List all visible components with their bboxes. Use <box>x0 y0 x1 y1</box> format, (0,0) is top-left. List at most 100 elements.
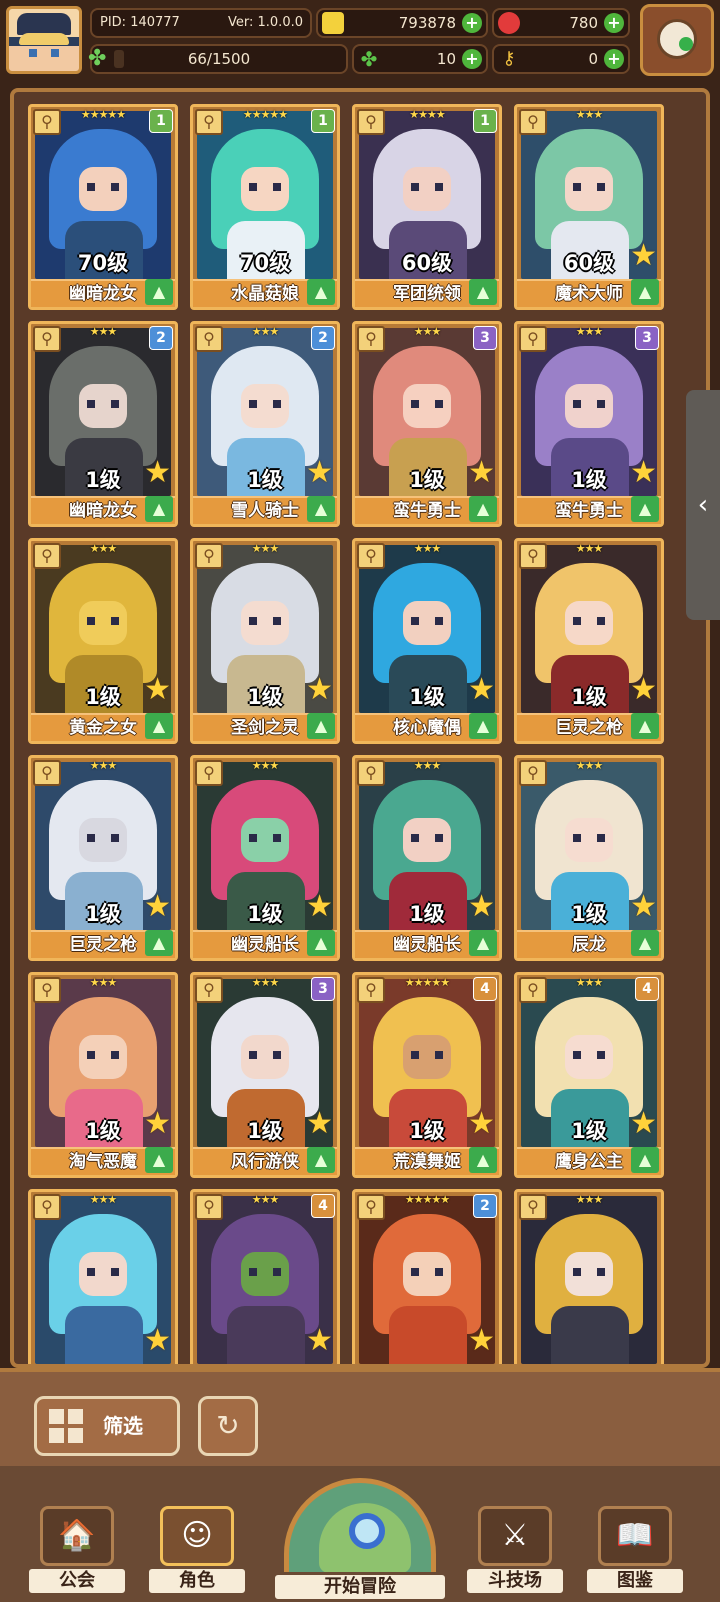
nav-codex-label: 图鉴 <box>584 1566 686 1596</box>
favorite-star-icon: ★ <box>306 1106 333 1141</box>
hero-card[interactable]: ⚲ ★★★ 1级 ★ 黄金之女 ▲ <box>28 538 178 744</box>
hero-star-rating: ★★★ <box>89 976 118 989</box>
upgrade-arrow-icon: ▲ <box>307 1147 335 1173</box>
player-info: PID: 140777 Ver: 1.0.0.0 <box>90 8 312 38</box>
hero-card[interactable]: ⚲ ★★★ 4 1级 ★ 鹰身公主 ▲ <box>514 972 664 1178</box>
hero-star-rating: ★★★ <box>413 759 442 772</box>
game-version: Ver: 1.0.0.0 <box>228 15 303 30</box>
book-icon: 📖 <box>598 1506 672 1566</box>
player-id: PID: 140777 <box>100 15 180 30</box>
hero-card[interactable]: ⚲ ★★★ 1级 ★ 辰龙 ▲ <box>514 755 664 961</box>
hero-card[interactable]: ⚲ ★★★★★ 2 ★ ▲ <box>352 1189 502 1364</box>
hero-rank-badge: 1 <box>311 109 335 133</box>
favorite-star-icon: ★ <box>306 889 333 924</box>
hero-card[interactable]: ⚲ ★★★ 1级 ★ 幽灵船长 ▲ <box>190 755 340 961</box>
upgrade-arrow-icon: ▲ <box>631 713 659 739</box>
hero-eyes <box>411 400 443 408</box>
hero-card[interactable]: ⚲ ★★★ 60级 ★ 魔术大师 ▲ <box>514 104 664 310</box>
crossed-swords-icon: ⚔ <box>478 1506 552 1566</box>
add-gold-button[interactable]: + <box>462 13 482 33</box>
avatar-hair <box>19 33 69 45</box>
hero-rank-badge: 2 <box>311 326 335 350</box>
clover-counter: ✤ 10 + <box>352 44 488 74</box>
hero-outfit <box>551 1306 629 1364</box>
hero-eyes <box>87 183 119 191</box>
favorite-star-icon: ★ <box>306 1323 333 1358</box>
key-amount: 0 <box>588 50 598 68</box>
hero-card[interactable]: ⚲ ★★★★ 1 60级 军团统领 ▲ <box>352 104 502 310</box>
hero-card[interactable]: ⚲ ★★★ 2 1级 ★ 雪人骑士 ▲ <box>190 321 340 527</box>
upgrade-arrow-icon: ▲ <box>469 279 497 305</box>
favorite-star-icon: ★ <box>468 455 495 490</box>
start-adventure-label: 开始冒险 <box>272 1572 448 1602</box>
filter-button[interactable]: 筛选 <box>34 1396 180 1456</box>
hero-card[interactable]: ⚲ ★★★ 4 ★ ▲ <box>190 1189 340 1364</box>
hero-card[interactable]: ⚲ ★★★ 1级 ★ 淘气恶魔 ▲ <box>28 972 178 1178</box>
nav-guild[interactable]: 🏠 公会 <box>26 1506 128 1598</box>
hero-star-rating: ★★★ <box>575 542 604 555</box>
bottom-navigation: 🏠 公会 ☺ 角色 开始冒险 ⚔ 斗技场 📖 图鉴 <box>0 1466 720 1602</box>
hero-card[interactable]: ⚲ ★★★★★ 1 70级 水晶菇娘 ▲ <box>190 104 340 310</box>
hero-card[interactable]: ⚲ ★★★ ★ ▲ <box>28 1189 178 1364</box>
exp-text: 66/1500 <box>187 50 251 68</box>
hero-name: 雪人骑士 <box>231 501 299 521</box>
hero-eyes <box>87 400 119 408</box>
hero-card[interactable]: ⚲ ★★★ 3 1级 ★ 蛮牛勇士 ▲ <box>514 321 664 527</box>
hero-card[interactable]: ⚲ ★★★ 1级 ★ 核心魔偶 ▲ <box>352 538 502 744</box>
hero-card[interactable]: ⚲ ★★★ 3 1级 ★ 风行游侠 ▲ <box>190 972 340 1178</box>
nav-codex[interactable]: 📖 图鉴 <box>584 1506 686 1598</box>
nav-arena[interactable]: ⚔ 斗技场 <box>464 1506 566 1598</box>
hero-rank-badge: 3 <box>473 326 497 350</box>
upgrade-arrow-icon: ▲ <box>631 279 659 305</box>
hero-portrait <box>521 1196 657 1364</box>
hero-eyes <box>573 400 605 408</box>
hero-card[interactable]: ⚲ ★★★★★ 1 70级 幽暗龙女 ▲ <box>28 104 178 310</box>
start-adventure-button[interactable]: 开始冒险 <box>272 1478 448 1602</box>
hero-rank-badge: 2 <box>149 326 173 350</box>
clover-amount: 10 <box>436 50 456 68</box>
hero-card[interactable]: ⚲ ★★★★★ 4 1级 ★ 荒漠舞姬 ▲ <box>352 972 502 1178</box>
hero-star-rating: ★★★ <box>575 108 604 121</box>
refresh-button[interactable]: ↻ <box>198 1396 258 1456</box>
ruby-gem-icon <box>498 12 520 34</box>
upgrade-arrow-icon: ▲ <box>631 930 659 956</box>
add-key-button[interactable]: + <box>604 49 624 69</box>
notification-dot <box>679 37 693 51</box>
nav-arena-label: 斗技场 <box>464 1566 566 1596</box>
hero-card[interactable]: ⚲ ★★★ ▲ <box>514 1189 664 1364</box>
hero-card[interactable]: ⚲ ★★★ 3 1级 ★ 蛮牛勇士 ▲ <box>352 321 502 527</box>
favorite-star-icon: ★ <box>468 889 495 924</box>
upgrade-arrow-icon: ▲ <box>469 930 497 956</box>
hero-eyes <box>87 617 119 625</box>
settings-button[interactable] <box>640 4 714 76</box>
favorite-star-icon: ★ <box>144 889 171 924</box>
nav-character[interactable]: ☺ 角色 <box>146 1506 248 1598</box>
hero-star-rating: ★★★ <box>89 759 118 772</box>
add-clover-button[interactable]: + <box>462 49 482 69</box>
hero-card[interactable]: ⚲ ★★★ 1级 ★ 幽灵船长 ▲ <box>352 755 502 961</box>
grid-icon <box>49 1409 83 1443</box>
upgrade-arrow-icon: ▲ <box>145 1147 173 1173</box>
favorite-star-icon: ★ <box>630 672 657 707</box>
hero-card-grid[interactable]: ⚲ ★★★★★ 1 70级 幽暗龙女 ▲ ⚲ ★★★★★ 1 70级 水晶菇娘 <box>10 88 710 1368</box>
hero-card[interactable]: ⚲ ★★★ 2 1级 ★ 幽暗龙女 ▲ <box>28 321 178 527</box>
hero-card[interactable]: ⚲ ★★★ 1级 ★ 圣剑之灵 ▲ <box>190 538 340 744</box>
player-avatar[interactable] <box>6 6 82 74</box>
nav-guild-label: 公会 <box>26 1566 128 1596</box>
upgrade-arrow-icon: ▲ <box>145 930 173 956</box>
avatar-eye <box>29 49 37 57</box>
exp-bar: ✤ 66/1500 <box>88 44 348 74</box>
hero-card[interactable]: ⚲ ★★★ 1级 ★ 巨灵之枪 ▲ <box>514 538 664 744</box>
refresh-icon: ↻ <box>216 1409 240 1442</box>
upgrade-arrow-icon: ▲ <box>145 279 173 305</box>
hero-eyes <box>249 617 281 625</box>
hero-eyes <box>573 1268 605 1276</box>
hero-card[interactable]: ⚲ ★★★ 1级 ★ 巨灵之枪 ▲ <box>28 755 178 961</box>
hero-eyes <box>411 617 443 625</box>
hero-name: 幽灵船长 <box>231 935 299 955</box>
add-ruby-button[interactable]: + <box>604 13 624 33</box>
hero-outfit <box>65 1306 143 1364</box>
side-drawer-toggle[interactable]: ‹ <box>686 390 720 620</box>
guild-house-icon: 🏠 <box>40 1506 114 1566</box>
hero-rank-badge: 4 <box>635 977 659 1001</box>
